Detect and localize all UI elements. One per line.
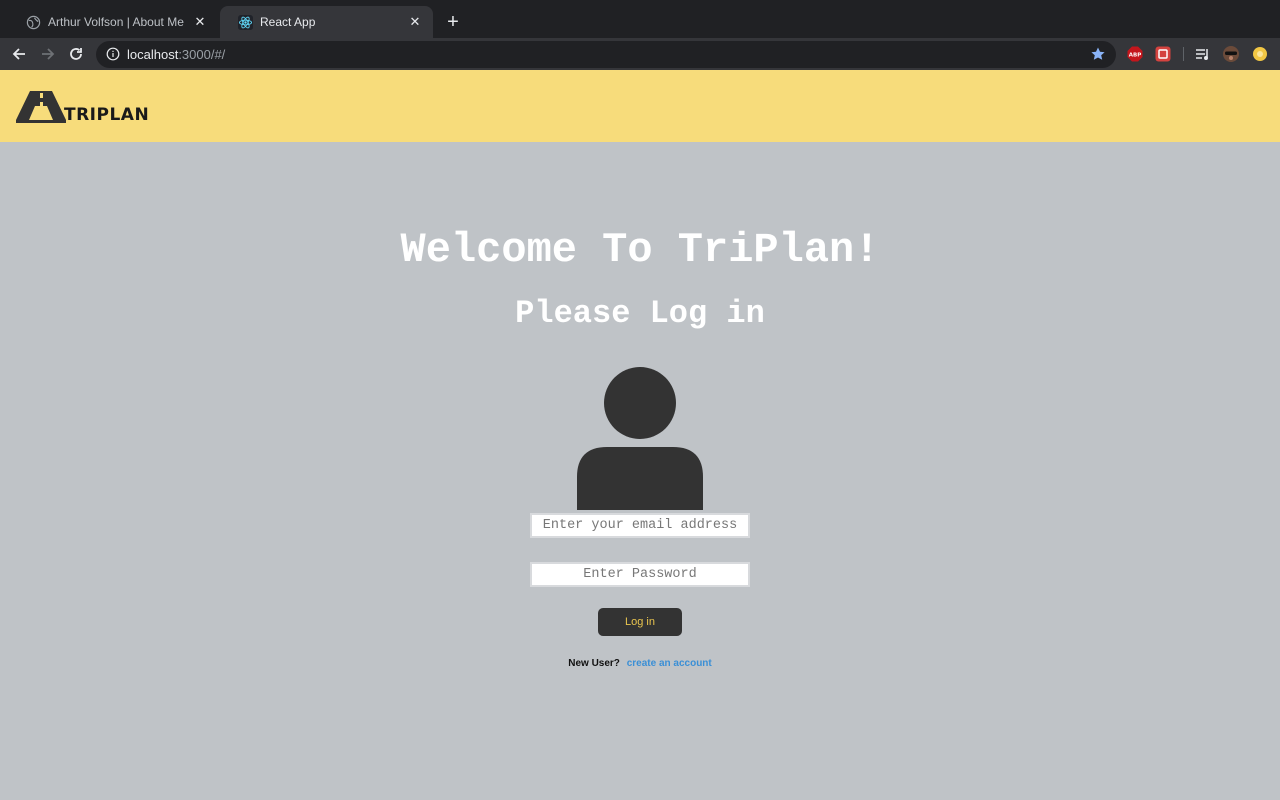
- bookmark-star-icon[interactable]: [1090, 46, 1106, 62]
- email-input[interactable]: [530, 513, 750, 538]
- close-tab-icon[interactable]: ✕: [407, 14, 423, 30]
- browser-tab-strip: Arthur Volfson | About Me ✕ React App ✕ …: [0, 0, 1280, 38]
- close-tab-icon[interactable]: ✕: [192, 14, 208, 30]
- svg-text:ABP: ABP: [1129, 53, 1141, 59]
- forward-button[interactable]: [38, 44, 58, 64]
- tab-about-me[interactable]: Arthur Volfson | About Me ✕: [8, 6, 218, 38]
- extension-red-icon[interactable]: [1155, 46, 1171, 62]
- logo-text: TRIPLAN: [64, 105, 150, 125]
- tab-title: React App: [260, 15, 316, 29]
- user-icon: [577, 367, 703, 510]
- browser-toolbar: localhost:3000/#/ ABP: [0, 38, 1280, 70]
- back-button[interactable]: [9, 44, 29, 64]
- app-header: [0, 70, 1280, 142]
- url-host: localhost: [127, 47, 179, 62]
- address-bar[interactable]: localhost:3000/#/: [96, 41, 1116, 68]
- profile-avatar-icon[interactable]: [1223, 46, 1239, 62]
- tab-title: Arthur Volfson | About Me: [48, 15, 184, 29]
- globe-icon: [26, 15, 41, 29]
- tab-react-app[interactable]: React App ✕: [220, 6, 433, 38]
- url-path: :3000/#/: [178, 47, 226, 62]
- react-icon: [238, 14, 253, 30]
- new-user-label: New User?: [568, 658, 620, 669]
- signup-prompt: New User? create an account: [0, 658, 1280, 669]
- adblock-icon[interactable]: ABP: [1127, 46, 1143, 62]
- arrow-right-icon: [42, 48, 55, 60]
- info-icon[interactable]: [106, 47, 120, 61]
- reload-icon: [70, 48, 82, 60]
- create-account-link[interactable]: create an account: [627, 658, 712, 669]
- url-text: localhost:3000/#/: [127, 47, 225, 62]
- new-tab-button[interactable]: +: [443, 12, 463, 32]
- arrow-left-icon: [12, 48, 25, 60]
- login-button[interactable]: Log in: [598, 608, 682, 636]
- welcome-heading: Welcome To TriPlan!: [400, 226, 880, 274]
- toolbar-separator: [1183, 47, 1184, 61]
- login-subheading: Please Log in: [515, 295, 765, 332]
- extension-yellow-icon[interactable]: [1252, 46, 1268, 62]
- media-control-icon[interactable]: [1195, 46, 1211, 62]
- password-input[interactable]: [530, 562, 750, 587]
- reload-button[interactable]: [66, 44, 86, 64]
